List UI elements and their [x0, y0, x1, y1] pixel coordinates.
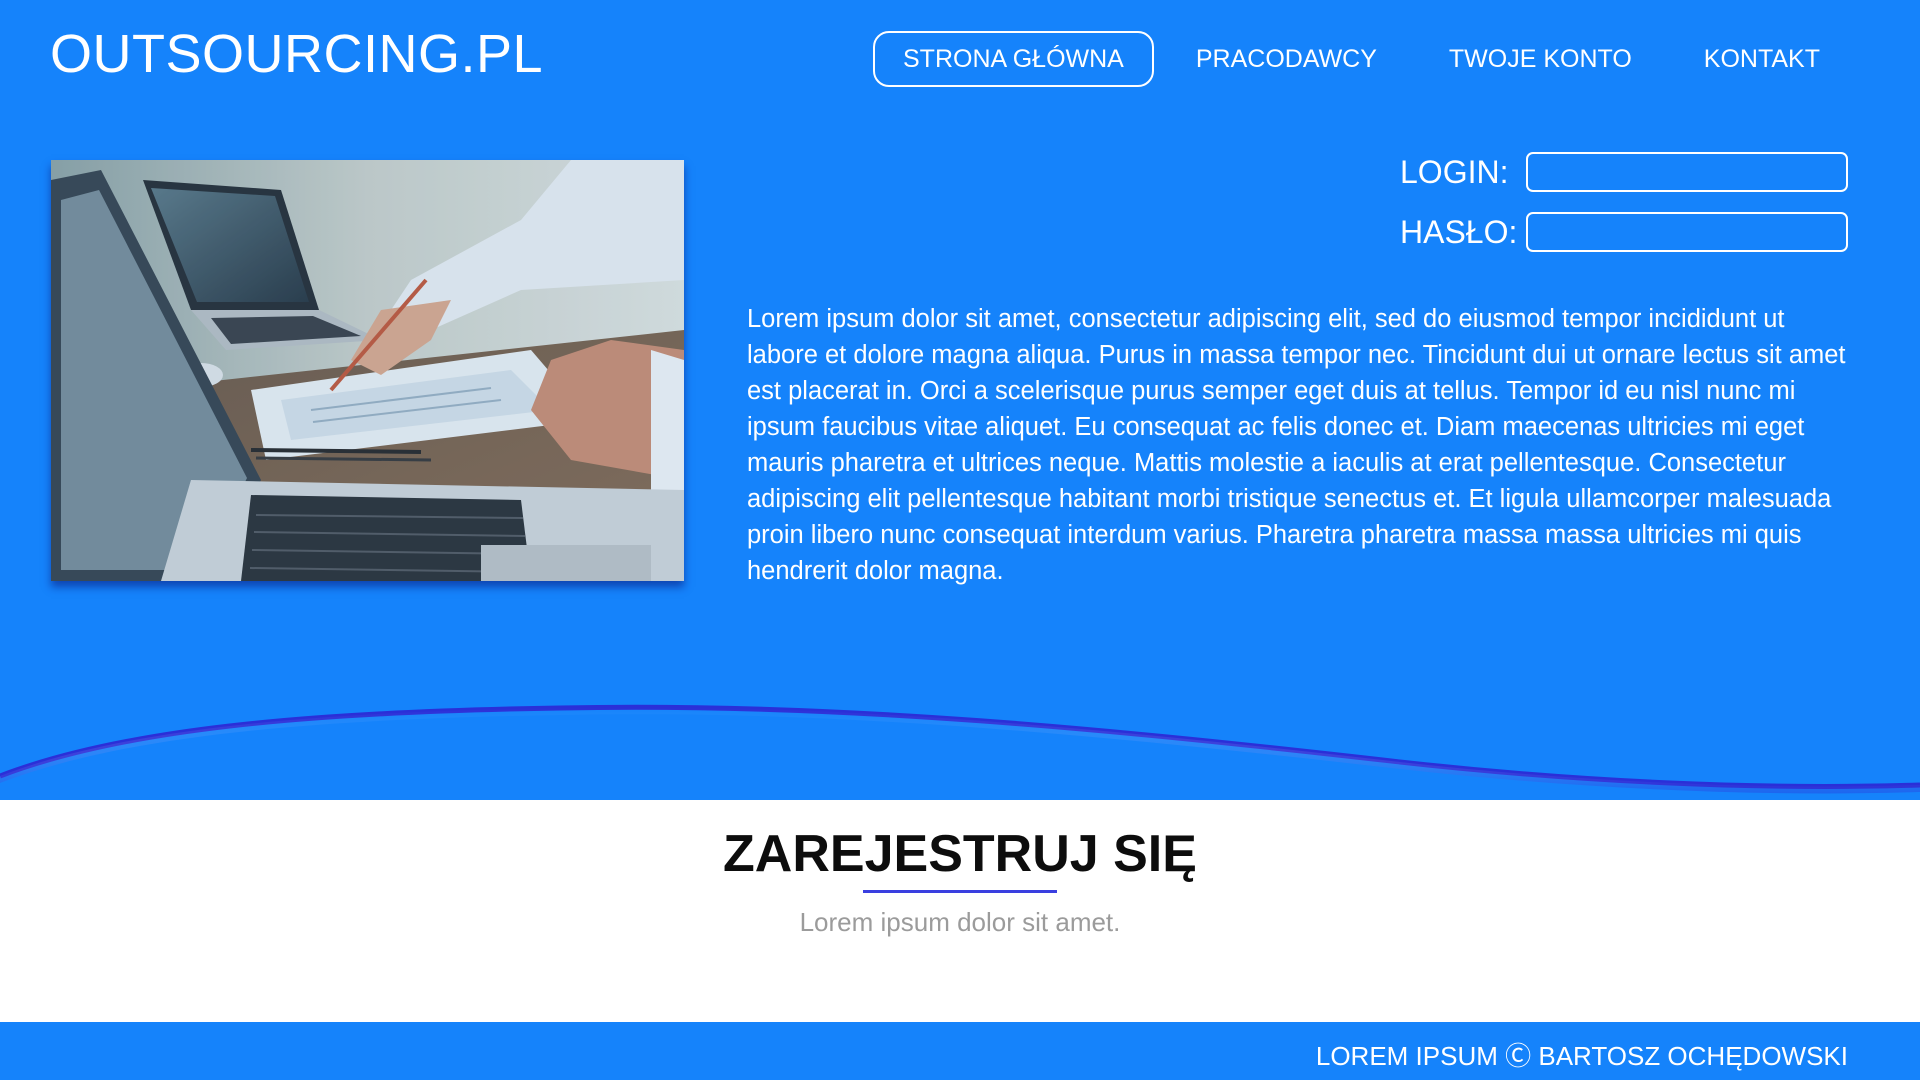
hero-photo	[51, 160, 684, 581]
register-subtitle: Lorem ipsum dolor sit amet.	[799, 907, 1121, 937]
password-input[interactable]	[1526, 212, 1848, 252]
laptops-desk-photo-icon	[51, 160, 684, 581]
password-row: HASŁO:	[1400, 212, 1848, 252]
page: OUTSOURCING.PL STRONA GŁÓWNA PRACODAWCY …	[0, 0, 1920, 1080]
hero-section: OUTSOURCING.PL STRONA GŁÓWNA PRACODAWCY …	[0, 0, 1920, 800]
register-title[interactable]: ZAREJESTRUJ SIĘ	[0, 820, 1920, 888]
register-underline	[863, 890, 1057, 893]
wave-divider	[0, 690, 1920, 794]
nav-item-contact[interactable]: KONTAKT	[1674, 31, 1850, 87]
footer: LOREM IPSUM Ⓒ BARTOSZ OCHĘDOWSKI	[0, 1022, 1920, 1080]
footer-copyright: LOREM IPSUM Ⓒ BARTOSZ OCHĘDOWSKI	[1315, 1041, 1848, 1071]
nav-item-employers[interactable]: PRACODAWCY	[1166, 31, 1407, 87]
nav-item-account[interactable]: TWOJE KONTO	[1419, 31, 1662, 87]
hero-text: Lorem ipsum dolor sit amet, consectetur …	[747, 305, 1846, 585]
nav-item-home[interactable]: STRONA GŁÓWNA	[873, 31, 1154, 87]
login-label: LOGIN:	[1400, 153, 1509, 190]
site-logo[interactable]: OUTSOURCING.PL	[50, 22, 543, 86]
main-nav: STRONA GŁÓWNA PRACODAWCY TWOJE KONTO KON…	[861, 31, 1850, 87]
login-input[interactable]	[1526, 152, 1848, 192]
password-label: HASŁO:	[1400, 213, 1518, 250]
register-section: ZAREJESTRUJ SIĘ Lorem ipsum dolor sit am…	[0, 820, 1920, 938]
login-row: LOGIN:	[1400, 152, 1848, 192]
